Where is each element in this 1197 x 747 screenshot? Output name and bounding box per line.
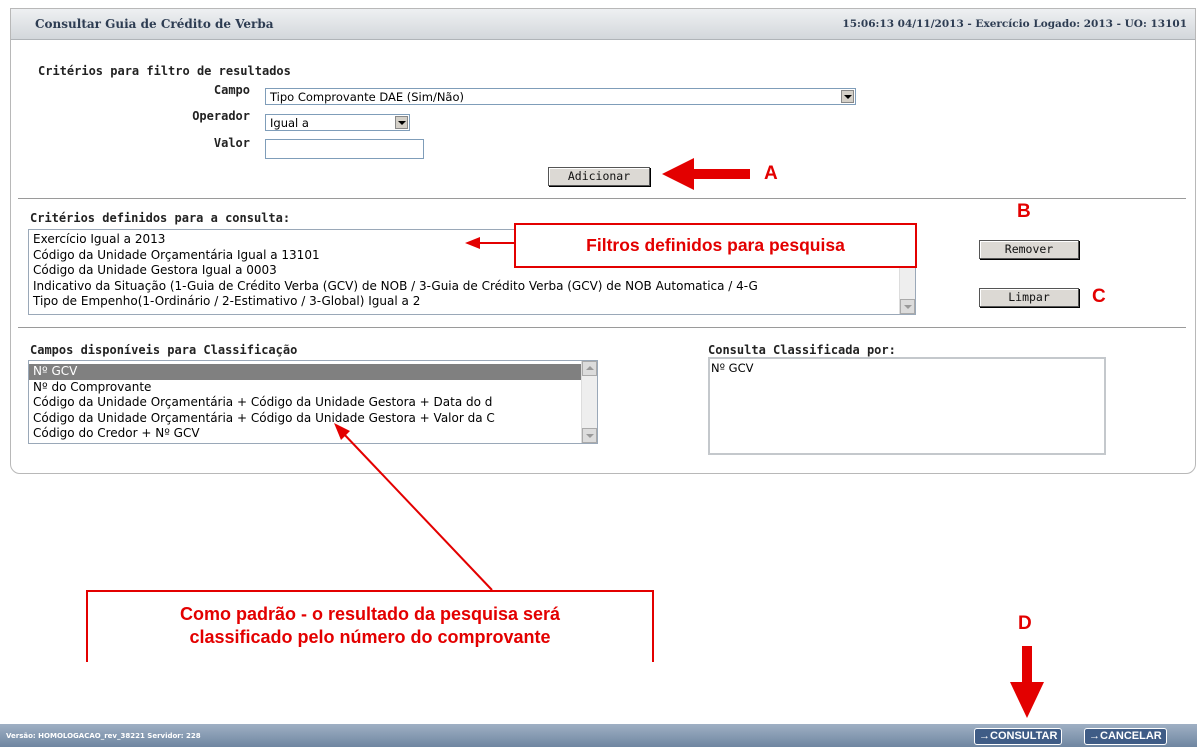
clear-button[interactable]: Limpar [979,288,1079,307]
scroll-up-icon[interactable] [582,361,597,376]
list-item[interactable]: Tipo de Empenho(1-Ordinário / 2-Estimati… [29,294,915,310]
annotation-c: C [1092,286,1106,307]
scroll-down-icon[interactable] [900,299,915,314]
criteria-heading: Critérios definidos para a consulta: [30,211,291,225]
footer-bar: Versão: HOMOLOGACAO_rev_38221 Servidor: … [0,724,1197,747]
list-item[interactable]: Nº GCV [29,364,597,380]
list-item[interactable]: Nº GCV [710,361,1104,377]
annotation-b: B [1017,201,1031,222]
operador-select[interactable]: Igual a [265,114,410,131]
version-info: Versão: HOMOLOGACAO_rev_38221 Servidor: … [6,732,201,740]
scrollbar[interactable] [581,361,597,443]
chevron-down-icon[interactable] [841,90,854,103]
filter-heading: Critérios para filtro de resultados [38,64,291,78]
campo-select-value: Tipo Comprovante DAE (Sim/Não) [270,90,464,104]
valor-label: Valor [213,136,250,150]
list-item[interactable]: Código do Credor + Nº GCV [29,426,597,442]
available-fields-list[interactable]: Nº GCV Nº do Comprovante Código da Unida… [28,360,598,444]
filters-note-box: Filtros definidos para pesquisa [514,223,917,268]
list-item[interactable]: Código da Unidade Orçamentária + Código … [29,411,597,427]
campo-label: Campo [213,83,250,97]
sorted-by-list[interactable]: Nº GCV [708,357,1106,455]
available-fields-heading: Campos disponíveis para Classificação [30,343,298,357]
default-note-line2: classificado pelo número do comprovante [189,627,551,647]
session-status: 15:06:13 04/11/2013 - Exercício Logado: … [842,18,1187,30]
divider [18,327,1186,328]
annotation-d: D [1018,613,1032,634]
list-item[interactable]: Código da Unidade Orçamentária + Código … [29,395,597,411]
annotation-a: A [764,163,778,184]
remove-button[interactable]: Remover [979,240,1079,259]
sorted-by-heading: Consulta Classificada por: [708,343,896,357]
operador-label: Operador [192,109,250,123]
operador-select-value: Igual a [270,116,309,130]
filters-note: Filtros definidos para pesquisa [586,235,845,255]
campo-select[interactable]: Tipo Comprovante DAE (Sim/Não) [265,88,856,105]
consultar-button[interactable]: →CONSULTAR [974,728,1063,745]
scroll-down-icon[interactable] [582,428,597,443]
valor-input[interactable] [265,139,424,159]
page-title: Consultar Guia de Crédito de Verba [35,17,274,31]
default-note-box: Como padrão - o resultado da pesquisa se… [86,590,654,662]
list-item[interactable]: Indicativo da Situação (1-Guia de Crédit… [29,279,915,295]
divider [18,198,1186,199]
list-item[interactable]: Nº do Comprovante [29,380,597,396]
title-bar: Consultar Guia de Crédito de Verba 15:06… [11,9,1195,40]
default-note-line1: Como padrão - o resultado da pesquisa se… [179,604,561,624]
arrow-down-icon [1010,646,1044,718]
chevron-down-icon[interactable] [395,116,408,129]
add-button[interactable]: Adicionar [548,167,650,186]
cancelar-button[interactable]: →CANCELAR [1084,728,1167,745]
